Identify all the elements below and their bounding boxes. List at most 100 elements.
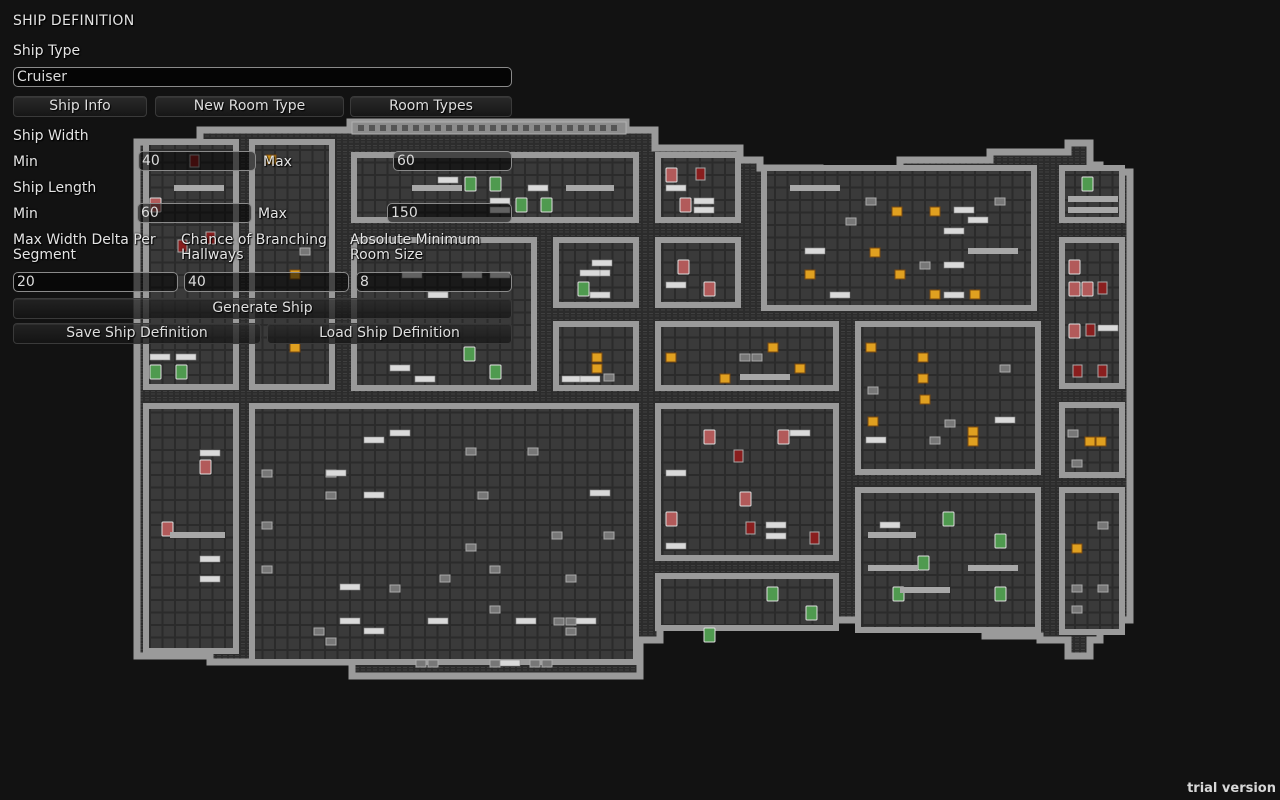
table-icon bbox=[740, 374, 790, 380]
table-icon bbox=[968, 565, 1018, 571]
table-icon bbox=[868, 565, 918, 571]
new-room-type-button[interactable]: New Room Type bbox=[155, 96, 344, 117]
room-15 bbox=[143, 403, 239, 654]
red-bed-icon bbox=[703, 281, 716, 297]
red-bed-icon bbox=[677, 259, 690, 275]
crate-icon bbox=[919, 394, 931, 405]
ship-type-input[interactable]: Cruiser bbox=[13, 67, 512, 87]
generate-ship-button[interactable]: Generate Ship bbox=[13, 298, 512, 319]
red-bed-icon bbox=[1068, 259, 1081, 275]
ship-length-label: Ship Length bbox=[13, 180, 97, 196]
console-icon bbox=[565, 617, 577, 626]
bench-icon bbox=[865, 436, 887, 444]
crate-icon bbox=[794, 363, 806, 374]
console-icon bbox=[603, 373, 615, 382]
table-icon bbox=[1068, 196, 1118, 202]
ship-width-min-input[interactable]: 40 bbox=[138, 151, 256, 171]
max-width-delta-label-1: Max Width Delta Per bbox=[13, 232, 156, 248]
red-bed-icon bbox=[739, 491, 752, 507]
console-icon bbox=[565, 574, 577, 583]
bench-icon bbox=[665, 184, 687, 192]
bench-icon bbox=[765, 532, 787, 540]
branching-label-1: Chance of Branching bbox=[181, 232, 327, 248]
ship-definition-panel: SHIP DEFINITION Ship Type Cruiser Ship I… bbox=[0, 0, 520, 350]
table-icon bbox=[790, 185, 840, 191]
bench-icon bbox=[693, 197, 715, 205]
bench-icon bbox=[389, 429, 411, 437]
trial-version-label: trial version bbox=[1187, 781, 1276, 796]
console-icon bbox=[999, 364, 1011, 373]
green-pod-icon bbox=[577, 281, 590, 297]
bench-icon bbox=[804, 247, 826, 255]
save-definition-button[interactable]: Save Ship Definition bbox=[13, 323, 261, 344]
console-icon bbox=[261, 469, 273, 478]
console-icon bbox=[465, 447, 477, 456]
min-room-size-label-1: Absolute Minimum bbox=[350, 232, 481, 248]
crate-icon bbox=[969, 289, 981, 300]
bench-icon bbox=[527, 184, 549, 192]
console-icon bbox=[1097, 521, 1109, 530]
console-icon bbox=[489, 659, 501, 668]
green-pod-icon bbox=[917, 555, 930, 571]
bench-icon bbox=[175, 353, 197, 361]
crate-icon bbox=[1084, 436, 1096, 447]
green-pod-icon bbox=[942, 511, 955, 527]
table-icon bbox=[968, 248, 1018, 254]
ship-width-min-label: Min bbox=[13, 154, 38, 170]
console-icon bbox=[415, 659, 427, 668]
green-pod-icon bbox=[805, 605, 818, 621]
green-pod-icon bbox=[175, 364, 188, 380]
console-icon bbox=[565, 627, 577, 636]
crate-icon bbox=[929, 289, 941, 300]
console-icon bbox=[994, 197, 1006, 206]
bench-icon bbox=[414, 375, 436, 383]
bench-icon bbox=[199, 449, 221, 457]
bench-icon bbox=[994, 416, 1016, 424]
red-bed-icon bbox=[777, 429, 790, 445]
bench-icon bbox=[953, 206, 975, 214]
ship-width-max-input[interactable]: 60 bbox=[393, 151, 512, 171]
console-icon bbox=[313, 627, 325, 636]
max-width-delta-input[interactable]: 20 bbox=[13, 272, 178, 292]
red-chair-icon bbox=[695, 167, 706, 181]
bench-icon bbox=[575, 617, 597, 625]
console-icon bbox=[751, 353, 763, 362]
ship-info-button[interactable]: Ship Info bbox=[13, 96, 147, 117]
crate-icon bbox=[719, 373, 731, 384]
crate-icon bbox=[767, 342, 779, 353]
console-icon bbox=[1071, 605, 1083, 614]
green-pod-icon bbox=[766, 586, 779, 602]
ship-length-min-label: Min bbox=[13, 206, 38, 222]
bench-icon bbox=[665, 469, 687, 477]
bench-icon bbox=[693, 206, 715, 214]
bench-icon bbox=[829, 291, 851, 299]
console-icon bbox=[1097, 584, 1109, 593]
min-room-size-label-2: Room Size bbox=[350, 247, 424, 263]
crate-icon bbox=[894, 269, 906, 280]
branching-chance-input[interactable]: 40 bbox=[184, 272, 349, 292]
red-chair-icon bbox=[1097, 364, 1108, 378]
console-icon bbox=[551, 531, 563, 540]
load-definition-button[interactable]: Load Ship Definition bbox=[267, 323, 512, 344]
min-room-size-input[interactable]: 8 bbox=[356, 272, 512, 292]
green-pod-icon bbox=[540, 197, 553, 213]
bench-icon bbox=[967, 216, 989, 224]
bench-icon bbox=[579, 269, 601, 277]
ship-width-label: Ship Width bbox=[13, 128, 89, 144]
console-icon bbox=[527, 447, 539, 456]
ship-length-max-input[interactable]: 150 bbox=[387, 203, 512, 223]
bench-icon bbox=[363, 491, 385, 499]
console-icon bbox=[603, 531, 615, 540]
crate-icon bbox=[917, 352, 929, 363]
table-icon bbox=[868, 532, 916, 538]
crate-icon bbox=[891, 206, 903, 217]
ship-length-min-input[interactable]: 60 bbox=[137, 203, 252, 223]
console-icon bbox=[739, 353, 751, 362]
bench-icon bbox=[363, 627, 385, 635]
crate-icon bbox=[865, 342, 877, 353]
room-9 bbox=[655, 237, 741, 308]
bench-icon bbox=[325, 469, 347, 477]
room-types-button[interactable]: Room Types bbox=[350, 96, 512, 117]
table-icon bbox=[900, 587, 950, 593]
bench-icon bbox=[515, 617, 537, 625]
